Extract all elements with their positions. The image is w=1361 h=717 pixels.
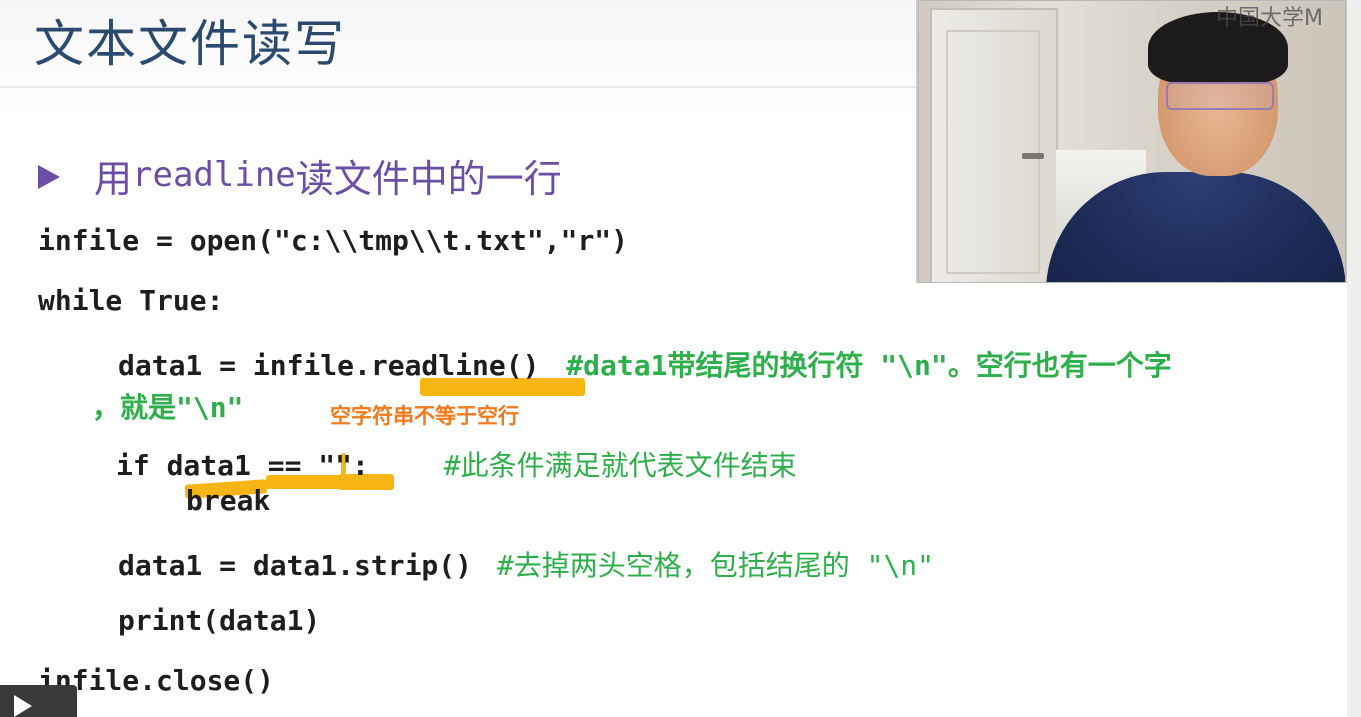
code-strip-statement: data1 = data1.strip() <box>118 549 473 582</box>
code-readline-comment: #data1带结尾的换行符 "\n"。空行也有一个字 <box>566 349 1172 382</box>
code-line-readline: data1 = infile.readline() #data1带结尾的换行符 … <box>118 344 1172 384</box>
bullet-prefix: 用 <box>94 156 133 201</box>
right-edge-strip <box>1347 0 1361 717</box>
bullet-point: 用 readline 读文件中的一行 <box>38 150 562 201</box>
webcam-frame <box>918 0 1346 283</box>
play-button[interactable] <box>0 685 77 717</box>
bullet-arrow-icon <box>38 165 60 189</box>
code-line-print: print(data1) <box>118 604 321 637</box>
code-line-strip: data1 = data1.strip() #去掉两头空格，包括结尾的 "\n" <box>118 544 934 584</box>
slide: 文本文件读写 用 readline 读文件中的一行 infile = open(… <box>0 0 1361 717</box>
code-readline-comment-cont: ，就是"\n" <box>92 391 244 424</box>
code-line-break: break <box>186 484 271 517</box>
code-line-if: if data1 == "": #此条件满足就代表文件结束 <box>116 444 797 484</box>
slide-title: 文本文件读写 <box>34 15 346 73</box>
handwritten-annotation: 空字符串不等于空行 <box>330 404 519 428</box>
bullet-suffix: 读文件中的一行 <box>295 156 562 201</box>
code-if-statement: if data1 == "": <box>116 449 369 482</box>
bullet-keyword: readline <box>132 155 296 195</box>
code-line-open: infile = open("c:\\tmp\\t.txt","r") <box>38 224 629 257</box>
play-icon <box>14 695 32 717</box>
code-strip-comment: #去掉两头空格，包括结尾的 "\n" <box>496 549 935 582</box>
code-line-while: while True: <box>38 284 224 317</box>
code-if-comment: #此条件满足就代表文件结束 <box>443 449 797 482</box>
code-readline-statement: data1 = infile.readline() <box>118 349 540 382</box>
